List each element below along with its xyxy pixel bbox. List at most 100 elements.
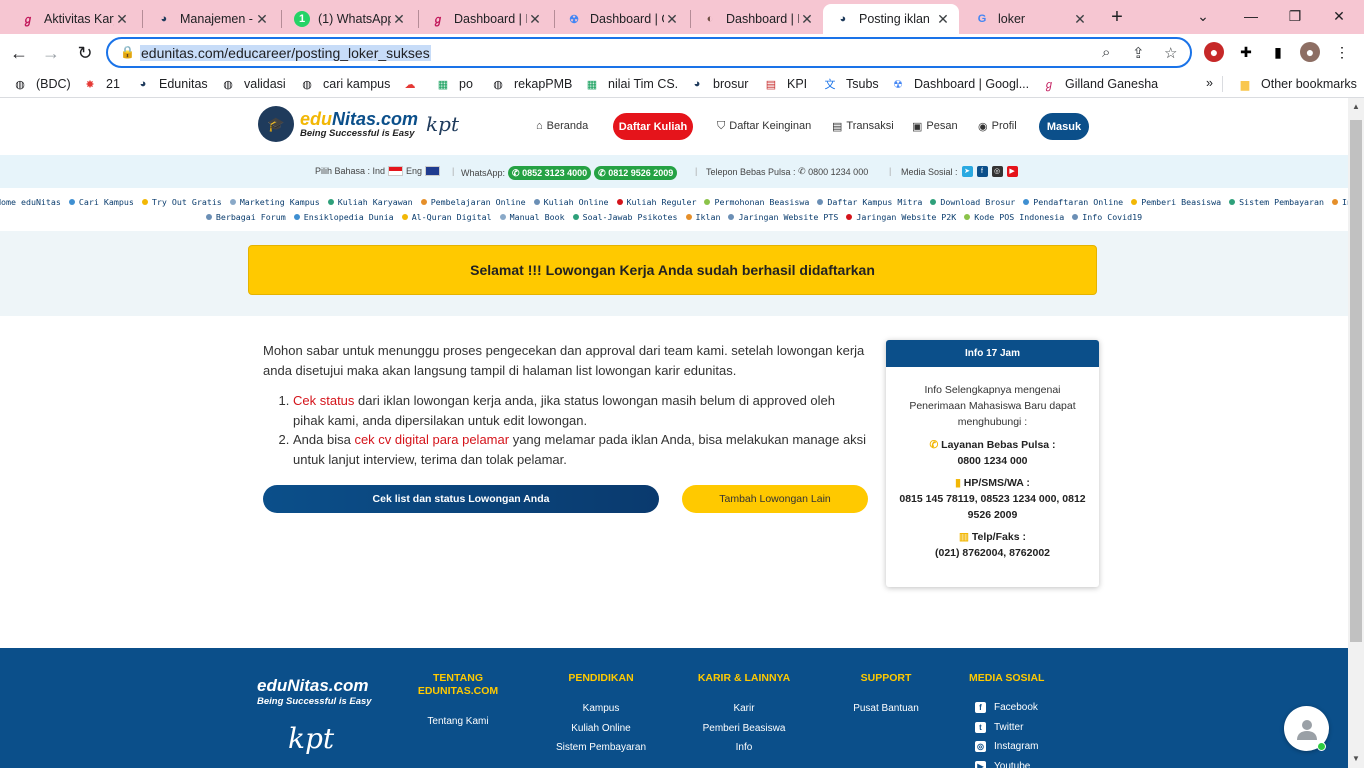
nav-beranda[interactable]: ⌂ Beranda: [536, 112, 588, 140]
footer-link[interactable]: Info: [692, 738, 796, 758]
quick-link[interactable]: Kuliah Karyawan: [327, 195, 413, 209]
bookmark-item[interactable]: ◍ cari kampus: [299, 76, 390, 92]
footer-logo[interactable]: eduNitas.com Being Successful is Easy: [257, 676, 372, 707]
bookmarks-overflow-button[interactable]: »: [1206, 76, 1213, 90]
quick-link[interactable]: Pemberi Beasiswa: [1131, 195, 1221, 209]
quick-link[interactable]: Berbagai Forum: [205, 210, 286, 224]
bookmark-item[interactable]: ✸ 21: [82, 76, 120, 92]
cek-cv-link[interactable]: cek cv digital para pelamar: [354, 432, 509, 447]
page-scrollbar[interactable]: ▲ ▼: [1348, 98, 1364, 768]
browser-tab[interactable]: ◕ Manajemen - ✕: [144, 4, 278, 34]
footer-link[interactable]: Kampus: [551, 699, 651, 719]
quick-link[interactable]: Daftar Kampus Mitra: [817, 195, 922, 209]
quick-link[interactable]: Home eduNitas: [0, 195, 61, 209]
forward-button[interactable]: →: [38, 40, 64, 66]
bookmark-item[interactable]: ◕ brosur: [689, 76, 749, 92]
masuk-button[interactable]: Masuk: [1039, 113, 1089, 140]
footer-link[interactable]: Pemberi Beasiswa: [692, 719, 796, 739]
tab-close-icon[interactable]: ✕: [391, 11, 407, 28]
footer-link[interactable]: Tentang Kami: [412, 712, 504, 732]
nav-pesan[interactable]: ▣ Pesan: [912, 112, 958, 140]
browser-tab[interactable]: ℊ Aktivitas Kary ✕: [8, 4, 138, 34]
tab-close-icon[interactable]: ✕: [799, 11, 815, 28]
bookmark-item[interactable]: ◕ Edunitas: [135, 76, 208, 92]
footer-youtube-link[interactable]: ▶ Youtube: [975, 757, 1044, 768]
quick-link[interactable]: Jaringan Website P2K: [846, 210, 956, 224]
quick-link[interactable]: Permohonan Beasiswa: [704, 195, 809, 209]
footer-instagram-link[interactable]: ◎ Instagram: [975, 737, 1044, 757]
quick-link[interactable]: Pendaftaran Online: [1023, 195, 1123, 209]
language-selector[interactable]: Pilih Bahasa : Ind Eng: [315, 166, 443, 176]
address-bar[interactable]: 🔒 edunitas.com/educareer/posting_loker_s…: [106, 37, 1192, 68]
footer-link[interactable]: Karir: [692, 699, 796, 719]
bookmark-item[interactable]: 文 Tsubs: [822, 76, 879, 92]
tab-close-icon[interactable]: ✕: [1072, 11, 1088, 28]
quick-link[interactable]: Pembelajaran Online: [420, 195, 526, 209]
browser-tab[interactable]: ℊ Dashboard | I ✕: [418, 4, 551, 34]
site-logo[interactable]: 🎓 eduNitas.com Being Successful is Easy …: [258, 106, 459, 142]
quick-link[interactable]: Jaringan Website PTS: [728, 210, 838, 224]
tambah-lowongan-button[interactable]: Tambah Lowongan Lain: [682, 485, 868, 513]
minimize-button[interactable]: —: [1236, 4, 1266, 28]
maximize-button[interactable]: ❐: [1280, 4, 1310, 28]
quick-link[interactable]: Manual Book: [499, 210, 565, 224]
menu-kebab-icon[interactable]: ⋮: [1332, 42, 1352, 62]
quick-link[interactable]: Cari Kampus: [68, 195, 134, 209]
footer-twitter-link[interactable]: t Twitter: [975, 718, 1044, 738]
side-panel-icon[interactable]: ▮: [1268, 42, 1288, 62]
tab-close-icon[interactable]: ✕: [664, 11, 680, 28]
nav-daftar-keinginan[interactable]: ⛉ Daftar Keinginan: [717, 112, 811, 140]
bookmark-item[interactable]: ◍ rekapPMB: [490, 76, 572, 92]
uk-flag-icon[interactable]: [425, 166, 441, 176]
footer-link[interactable]: Kuliah Online: [551, 719, 651, 739]
bookmark-item[interactable]: ◍ (BDC): [12, 76, 71, 92]
bookmark-item[interactable]: ▤ KPI: [763, 76, 807, 92]
other-bookmarks-folder[interactable]: ▆ Other bookmarks: [1237, 76, 1357, 92]
bookmark-item[interactable]: ◍ validasi: [220, 76, 286, 92]
quick-link[interactable]: Soal-Jawab Psikotes: [572, 210, 678, 224]
footer-facebook-link[interactable]: f Facebook: [975, 698, 1044, 718]
reload-button[interactable]: ↻: [72, 40, 98, 66]
profile-avatar[interactable]: ●: [1300, 42, 1320, 62]
close-window-button[interactable]: ✕: [1324, 4, 1354, 28]
quick-link[interactable]: Ensiklopedia Dunia: [293, 210, 394, 224]
whatsapp-number-2[interactable]: ✆ 0812 9526 2009: [594, 166, 678, 180]
daftar-kuliah-button[interactable]: Daftar Kuliah: [613, 113, 693, 140]
quick-link[interactable]: Kode POS Indonesia: [964, 210, 1064, 224]
whatsapp-number-1[interactable]: ✆ 0852 3123 4000: [508, 166, 592, 180]
quick-link[interactable]: Kuliah Online: [533, 195, 609, 209]
bookmark-item[interactable]: ℊ Gilland Ganesha: [1041, 76, 1159, 92]
scroll-up-icon[interactable]: ▲: [1352, 102, 1360, 111]
instagram-icon[interactable]: ◎: [991, 166, 1003, 177]
tab-close-icon[interactable]: ✕: [527, 11, 543, 28]
browser-tab[interactable]: ◐ Dashboard | E ✕: [690, 4, 823, 34]
lock-icon[interactable]: 🔒: [120, 45, 135, 59]
indonesia-flag-icon[interactable]: [388, 166, 404, 176]
youtube-icon[interactable]: ▶: [1006, 166, 1018, 177]
quick-link[interactable]: Info: [1332, 195, 1348, 209]
browser-tab[interactable]: ☢ Dashboard | G ✕: [554, 4, 688, 34]
footer-link[interactable]: Pusat Bantuan: [846, 699, 926, 719]
bookmark-item[interactable]: ▦ po: [435, 76, 473, 92]
share-icon[interactable]: ⇪: [1132, 44, 1145, 62]
scrollbar-thumb[interactable]: [1350, 120, 1362, 642]
tab-close-icon[interactable]: ✕: [114, 11, 130, 28]
browser-tab-active[interactable]: ◕ Posting iklan ✕: [823, 4, 959, 34]
bookmark-item[interactable]: ▦ nilai Tim CS.: [584, 76, 678, 92]
extensions-puzzle-icon[interactable]: ✚: [1236, 42, 1256, 62]
bookmark-star-icon[interactable]: ☆: [1164, 44, 1177, 62]
quick-link[interactable]: Try Out Gratis: [141, 195, 222, 209]
tab-close-icon[interactable]: ✕: [254, 11, 270, 28]
tab-close-icon[interactable]: ✕: [935, 11, 951, 28]
zoom-search-icon[interactable]: ⌕: [1102, 44, 1110, 61]
quick-link[interactable]: Iklan: [685, 210, 720, 224]
bookmark-item[interactable]: ☁: [402, 76, 426, 92]
tab-search-chevron-icon[interactable]: ⌄: [1188, 4, 1218, 28]
cek-status-link[interactable]: Cek status: [293, 393, 354, 408]
browser-tab[interactable]: G loker ✕: [962, 4, 1096, 34]
quick-link[interactable]: Al-Quran Digital: [401, 210, 492, 224]
quick-link[interactable]: Marketing Kampus: [229, 195, 320, 209]
cek-list-lowongan-button[interactable]: Cek list dan status Lowongan Anda: [263, 485, 659, 513]
browser-tab[interactable]: 1 (1) WhatsApp ✕: [282, 4, 415, 34]
back-button[interactable]: ←: [6, 40, 32, 66]
